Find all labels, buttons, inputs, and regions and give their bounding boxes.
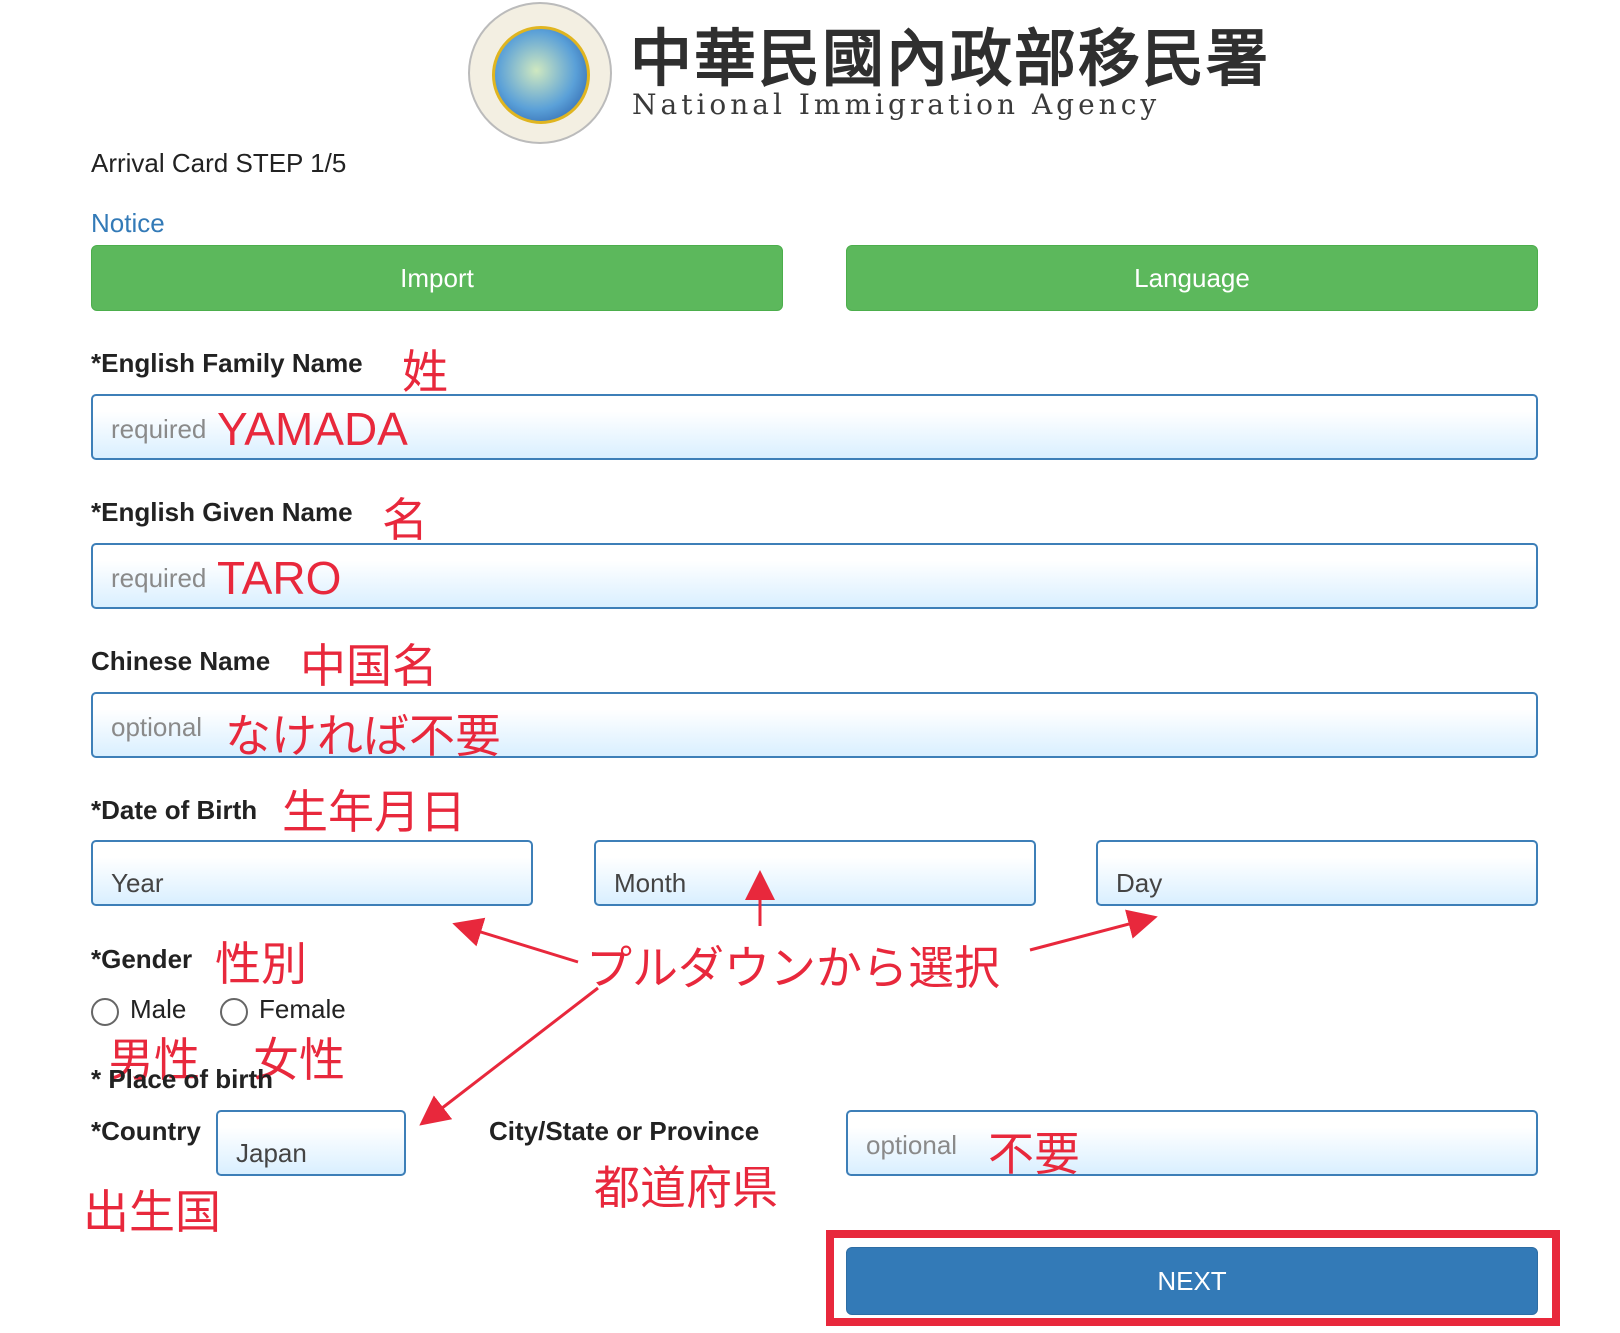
arrow-to-day: [1029, 909, 1158, 952]
annotation-arrows: [419, 870, 1158, 1126]
arrow-to-year: [452, 917, 579, 964]
next-button[interactable]: NEXT: [846, 1247, 1538, 1315]
pulldown-annotation: プルダウンから選択: [586, 942, 1000, 994]
arrow-to-country: [419, 986, 599, 1126]
